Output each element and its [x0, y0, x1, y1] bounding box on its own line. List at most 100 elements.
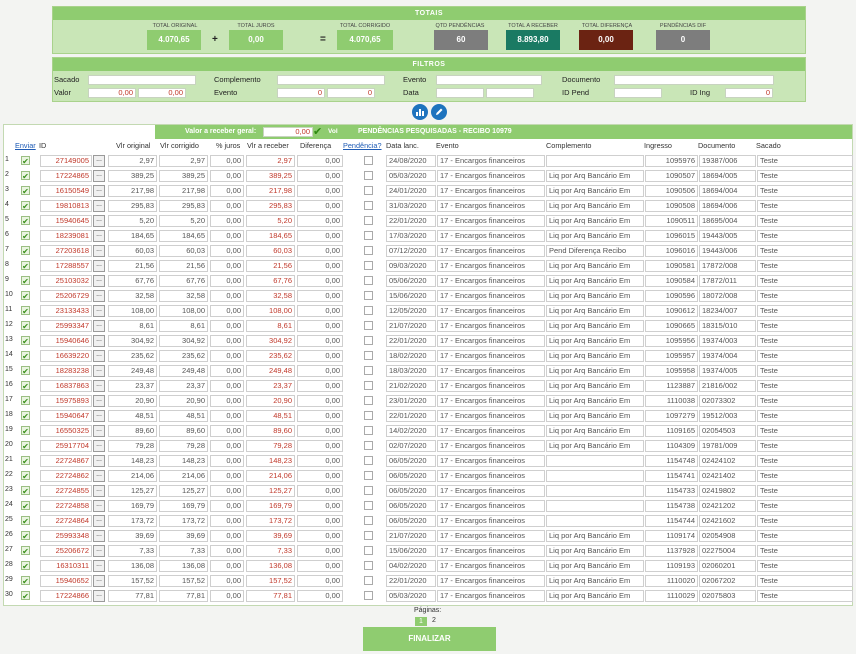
complemento-input[interactable]	[546, 470, 644, 482]
enviar-checkbox[interactable]: ✔	[21, 201, 30, 211]
more-button[interactable]: ...	[93, 440, 105, 452]
complemento-input[interactable]: Liq por Arq Bancário Em	[546, 380, 644, 392]
pendencia-checkbox[interactable]	[364, 246, 373, 255]
finalizar-button[interactable]: FINALIZAR	[363, 627, 496, 651]
complemento-input[interactable]: Liq por Arq Bancário Em	[546, 185, 644, 197]
complemento-input[interactable]: Liq por Arq Bancário Em	[546, 290, 644, 302]
juros-input[interactable]: 0,00	[210, 470, 244, 482]
id-input[interactable]: 25993348	[40, 530, 92, 542]
id-input[interactable]: 16550325	[40, 425, 92, 437]
more-button[interactable]: ...	[93, 575, 105, 587]
juros-input[interactable]: 0,00	[210, 425, 244, 437]
enviar-checkbox[interactable]: ✔	[21, 456, 30, 466]
enviar-checkbox[interactable]: ✔	[21, 276, 30, 286]
complemento-input[interactable]: Liq por Arq Bancário Em	[546, 365, 644, 377]
juros-input[interactable]: 0,00	[210, 215, 244, 227]
pendencia-checkbox[interactable]	[364, 366, 373, 375]
vlr-receber-input[interactable]: 2,97	[246, 155, 295, 167]
more-button[interactable]: ...	[93, 500, 105, 512]
pendencia-checkbox[interactable]	[364, 471, 373, 480]
id-input[interactable]: 22724867	[40, 455, 92, 467]
vlr-receber-input[interactable]: 389,25	[246, 170, 295, 182]
juros-input[interactable]: 0,00	[210, 170, 244, 182]
pendencia-checkbox[interactable]	[364, 411, 373, 420]
juros-input[interactable]: 0,00	[210, 305, 244, 317]
enviar-checkbox[interactable]: ✔	[21, 501, 30, 511]
more-button[interactable]: ...	[93, 305, 105, 317]
complemento-input[interactable]: Liq por Arq Bancário Em	[546, 575, 644, 587]
data-from-input[interactable]	[436, 88, 484, 98]
check-icon[interactable]: ✔	[313, 125, 322, 138]
pendencia-checkbox[interactable]	[364, 531, 373, 540]
pendencia-checkbox[interactable]	[364, 561, 373, 570]
enviar-checkbox[interactable]: ✔	[21, 546, 30, 556]
juros-input[interactable]: 0,00	[210, 185, 244, 197]
enviar-checkbox[interactable]: ✔	[21, 396, 30, 406]
id-input[interactable]: 16310311	[40, 560, 92, 572]
more-button[interactable]: ...	[93, 335, 105, 347]
juros-input[interactable]: 0,00	[210, 575, 244, 587]
enviar-checkbox[interactable]: ✔	[21, 246, 30, 256]
complemento-input[interactable]	[546, 455, 644, 467]
complemento-input[interactable]: Liq por Arq Bancário Em	[546, 320, 644, 332]
juros-input[interactable]: 0,00	[210, 350, 244, 362]
pendencia-checkbox[interactable]	[364, 441, 373, 450]
more-button[interactable]: ...	[93, 380, 105, 392]
id-input[interactable]: 27203618	[40, 245, 92, 257]
vlr-receber-input[interactable]: 173,72	[246, 515, 295, 527]
complemento-input[interactable]: Liq por Arq Bancário Em	[546, 410, 644, 422]
sacado-input[interactable]	[88, 75, 196, 85]
page-2-link[interactable]: 2	[432, 617, 436, 624]
pendencia-checkbox[interactable]	[364, 426, 373, 435]
pendencia-checkbox[interactable]	[364, 156, 373, 165]
complemento-input[interactable]: Liq por Arq Bancário Em	[546, 215, 644, 227]
more-button[interactable]: ...	[93, 470, 105, 482]
complemento-input[interactable]	[546, 500, 644, 512]
complemento-input[interactable]: Liq por Arq Bancário Em	[546, 305, 644, 317]
juros-input[interactable]: 0,00	[210, 290, 244, 302]
enviar-checkbox[interactable]: ✔	[21, 471, 30, 481]
id-input[interactable]: 22724858	[40, 500, 92, 512]
enviar-checkbox[interactable]: ✔	[21, 441, 30, 451]
more-button[interactable]: ...	[93, 215, 105, 227]
juros-input[interactable]: 0,00	[210, 440, 244, 452]
pendencia-header-link[interactable]: Pendência?	[343, 141, 382, 150]
pendencia-checkbox[interactable]	[364, 351, 373, 360]
id-input[interactable]: 18239081	[40, 230, 92, 242]
complemento-input[interactable]: Liq por Arq Bancário Em	[546, 440, 644, 452]
evento-to-input[interactable]: 0	[327, 88, 375, 98]
enviar-checkbox[interactable]: ✔	[21, 531, 30, 541]
complemento-input[interactable]: Liq por Arq Bancário Em	[546, 230, 644, 242]
vlr-receber-input[interactable]: 32,58	[246, 290, 295, 302]
vlr-receber-input[interactable]: 169,79	[246, 500, 295, 512]
enviar-checkbox[interactable]: ✔	[21, 321, 30, 331]
enviar-checkbox[interactable]: ✔	[21, 426, 30, 436]
enviar-checkbox[interactable]: ✔	[21, 561, 30, 571]
valor-to-input[interactable]: 0,00	[138, 88, 186, 98]
juros-input[interactable]: 0,00	[210, 365, 244, 377]
id-input[interactable]: 16150549	[40, 185, 92, 197]
vlr-receber-input[interactable]: 67,76	[246, 275, 295, 287]
pendencia-checkbox[interactable]	[364, 336, 373, 345]
enviar-checkbox[interactable]: ✔	[21, 156, 30, 166]
vlr-receber-input[interactable]: 249,48	[246, 365, 295, 377]
juros-input[interactable]: 0,00	[210, 335, 244, 347]
pendencia-checkbox[interactable]	[364, 291, 373, 300]
enviar-checkbox[interactable]: ✔	[21, 186, 30, 196]
pencil-icon[interactable]	[431, 104, 447, 120]
juros-input[interactable]: 0,00	[210, 590, 244, 602]
enviar-checkbox[interactable]: ✔	[21, 591, 30, 601]
pendencia-checkbox[interactable]	[364, 231, 373, 240]
complemento-input[interactable]: Liq por Arq Bancário Em	[546, 200, 644, 212]
id-input[interactable]: 27149005	[40, 155, 92, 167]
pendencia-checkbox[interactable]	[364, 576, 373, 585]
complemento-input[interactable]: Liq por Arq Bancário Em	[546, 260, 644, 272]
id-input[interactable]: 17224866	[40, 590, 92, 602]
vlr-receber-input[interactable]: 125,27	[246, 485, 295, 497]
vlr-receber-input[interactable]: 5,20	[246, 215, 295, 227]
complemento-input[interactable]	[546, 485, 644, 497]
pendencia-checkbox[interactable]	[364, 201, 373, 210]
id-input[interactable]: 22724862	[40, 470, 92, 482]
juros-input[interactable]: 0,00	[210, 320, 244, 332]
id-pend-input[interactable]	[614, 88, 662, 98]
